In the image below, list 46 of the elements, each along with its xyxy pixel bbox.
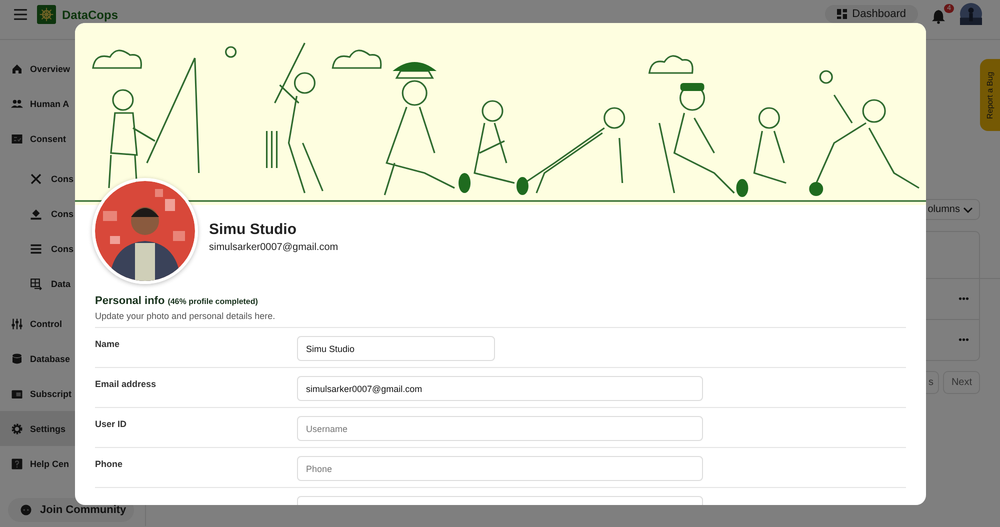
row-menu-button[interactable]: ••• (958, 334, 969, 346)
checklist-icon (11, 132, 23, 144)
input-field[interactable]: simulsarker0007@gmail.com (297, 376, 703, 401)
field-label: Name (95, 338, 121, 349)
dashboard-button[interactable]: Dashboard (825, 4, 918, 22)
sidebar-subitem[interactable]: Cons (0, 231, 76, 266)
input-field[interactable]: Simu Studio (297, 336, 495, 361)
sidebar-subitem[interactable]: Cons (0, 196, 76, 231)
sidebar-item[interactable]: Database (0, 341, 72, 376)
field-label: Email address (95, 378, 158, 389)
database-icon (11, 352, 23, 364)
sidebar-subitem[interactable]: Cons (0, 161, 76, 196)
completion-note: (46% profile completed) (168, 297, 258, 306)
section-title: Personal info (95, 295, 165, 307)
input-field[interactable]: Phone (297, 456, 703, 481)
sidebar-subitem[interactable]: Data (0, 266, 73, 301)
report-bug-tab[interactable]: Report a Bug (980, 59, 1000, 131)
chevron-down-icon (963, 206, 973, 212)
sliders-icon (11, 318, 23, 330)
sidebar-item[interactable]: Control (0, 306, 64, 341)
profile-name: Simu Studio (209, 221, 298, 238)
settings-icon (11, 422, 23, 434)
bell-icon[interactable] (932, 8, 945, 24)
list-icon (30, 242, 42, 254)
sidebar-item[interactable]: Human A (0, 86, 72, 121)
sidebar-item[interactable]: Help Cen (0, 446, 72, 481)
sidebar-item[interactable]: Subscript (0, 376, 74, 411)
row-menu-button[interactable]: ••• (958, 294, 969, 304)
menu-icon[interactable] (14, 9, 27, 20)
help-icon (11, 458, 23, 470)
community-icon (20, 504, 32, 516)
field-label: User ID (95, 418, 128, 429)
users-icon (11, 98, 23, 110)
wallet-icon (11, 388, 23, 400)
pagination-button[interactable]: Next (943, 371, 980, 394)
dashboard-icon (837, 8, 848, 18)
sidebar-item[interactable]: Overview (0, 51, 72, 86)
home-icon (11, 62, 23, 74)
sidebar-item[interactable]: Consent (0, 121, 68, 156)
field-label: Phone (95, 458, 124, 469)
profile-email: simulsarker0007@gmail.com (209, 242, 340, 253)
brand-name: DataCops (62, 8, 118, 22)
section-hint: Update your photo and personal details here. (95, 311, 276, 321)
logo-icon (37, 5, 56, 24)
input-field[interactable]: Username (297, 416, 703, 441)
table-icon (30, 278, 42, 290)
